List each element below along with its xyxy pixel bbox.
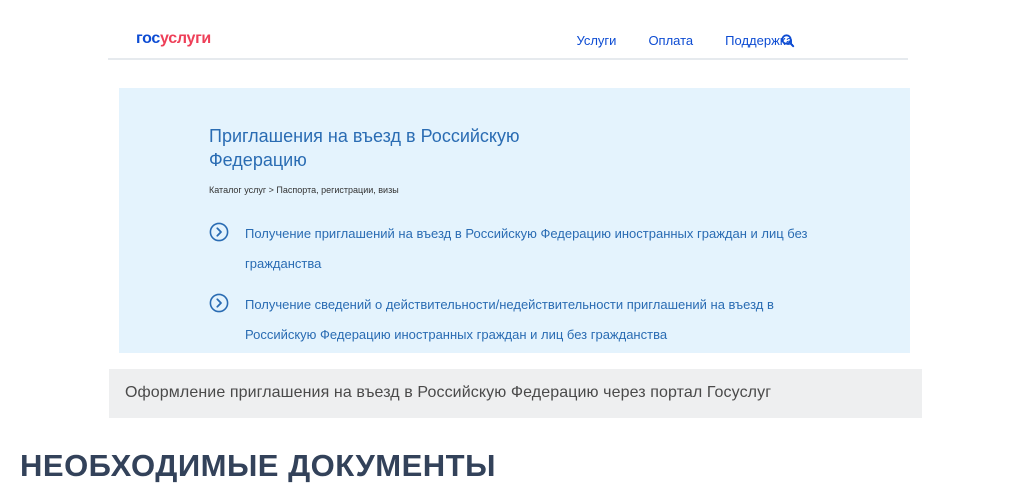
nav-item-payment[interactable]: Оплата: [648, 33, 693, 48]
chevron-circle-icon: [209, 222, 229, 242]
page: госуслуги Услуги Оплата Поддержка Пригла…: [0, 0, 1024, 496]
service-link-label[interactable]: Получение сведений о действительности/не…: [245, 290, 815, 350]
search-icon[interactable]: [780, 33, 796, 49]
chevron-circle-icon: [209, 293, 229, 313]
service-link-check-validity[interactable]: Получение сведений о действительности/не…: [209, 290, 815, 350]
main-nav: Услуги Оплата Поддержка: [576, 33, 793, 48]
screenshot-caption: Оформление приглашения на въезд в Россий…: [109, 369, 922, 418]
logo-part-gos: гос: [136, 30, 161, 47]
service-link-get-invitations[interactable]: Получение приглашений на въезд в Российс…: [209, 219, 845, 279]
caption-text: Оформление приглашения на въезд в Россий…: [125, 384, 772, 401]
nav-item-services[interactable]: Услуги: [576, 33, 616, 48]
site-header: госуслуги Услуги Оплата Поддержка: [108, 22, 908, 60]
service-link-label[interactable]: Получение приглашений на въезд в Российс…: [245, 219, 845, 279]
gosuslugi-logo[interactable]: госуслуги: [136, 30, 211, 48]
page-title: Приглашения на въезд в Российскую Федера…: [209, 126, 520, 170]
section-heading: НЕОБХОДИМЫЕ ДОКУМЕНТЫ: [20, 448, 496, 483]
service-panel: Приглашения на въезд в Российскую Федера…: [119, 88, 910, 353]
breadcrumb[interactable]: Каталог услуг > Паспорта, регистрации, в…: [209, 185, 399, 195]
logo-part-uslugi: услуги: [160, 30, 211, 47]
